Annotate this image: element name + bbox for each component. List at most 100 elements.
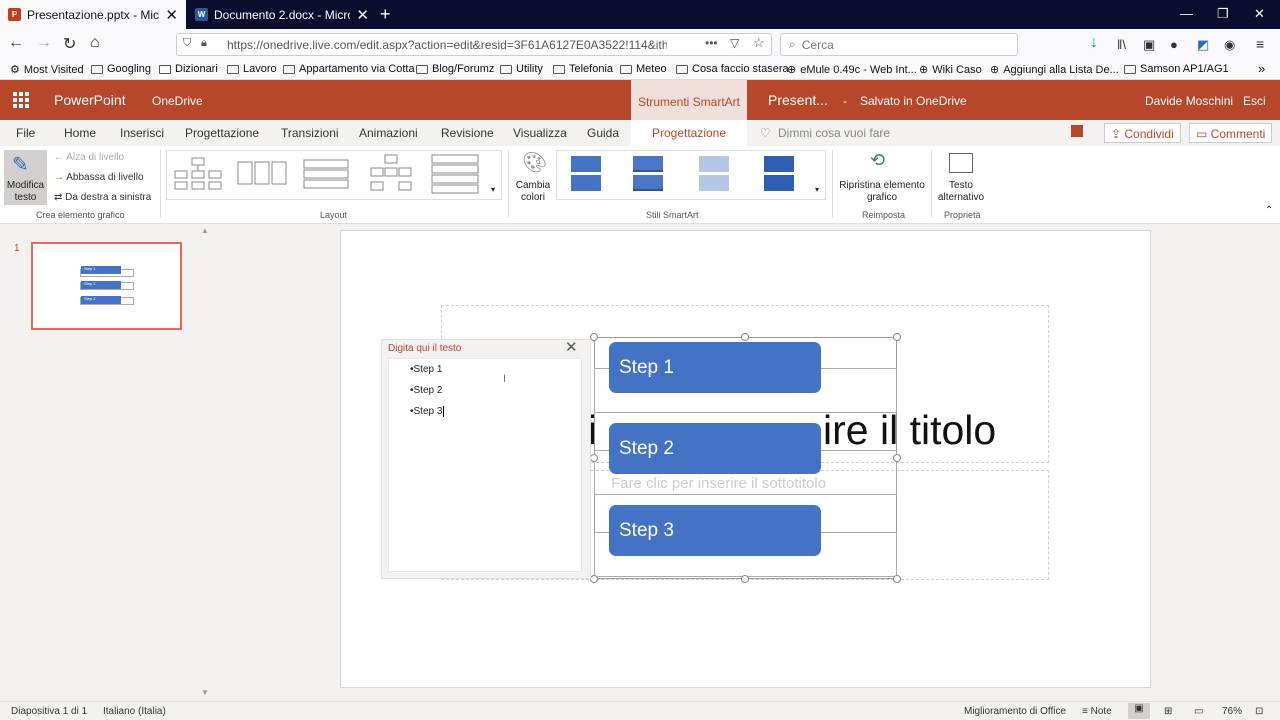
bookmark-folder[interactable]: Meteo <box>620 63 667 75</box>
bookmark-folder[interactable]: Telefonia <box>553 63 613 75</box>
minimize-icon[interactable]: — <box>1180 6 1193 21</box>
extension-icon-2[interactable]: ◩ <box>1197 37 1209 53</box>
gallery-more-icon[interactable]: ▾ <box>491 185 495 194</box>
smartart-step[interactable]: Step 1 <box>609 342 821 393</box>
sidebar-icon[interactable]: ▣ <box>1143 37 1155 53</box>
resize-handle[interactable] <box>590 454 598 462</box>
download-icon[interactable]: ↓ <box>1090 34 1098 52</box>
resize-handle[interactable] <box>741 575 749 583</box>
style-swatch[interactable] <box>764 156 794 191</box>
tab-transizioni[interactable]: Transizioni <box>281 126 339 140</box>
resize-handle[interactable] <box>590 575 598 583</box>
resize-handle[interactable] <box>893 333 901 341</box>
resize-handle[interactable] <box>590 333 598 341</box>
tab-inserisci[interactable]: Inserisci <box>120 126 164 140</box>
close-icon[interactable]: ✕ <box>565 338 578 356</box>
slide-thumbnail[interactable]: Step 1 Step 1 Step 2 <box>31 242 182 330</box>
app-name[interactable]: PowerPoint <box>54 92 126 108</box>
layout-list-icon[interactable] <box>303 159 351 189</box>
browser-tab-documento[interactable]: W Documento 2.docx - Microsoft ✕ <box>187 0 377 29</box>
bullet-item[interactable]: •Step 3 <box>410 406 445 417</box>
resize-handle[interactable] <box>893 575 901 583</box>
tab-animazioni[interactable]: Animazioni <box>359 126 418 140</box>
more-icon[interactable]: ••• <box>705 36 718 50</box>
reset-graphic-button[interactable]: ⟲ Ripristina elemento grafico <box>836 150 928 205</box>
slide-sorter-icon[interactable]: ⊞ <box>1164 706 1172 717</box>
right-to-left-button[interactable]: ⇄ Da destra a sinistra <box>54 192 151 203</box>
service-name[interactable]: OneDrive <box>152 94 203 108</box>
change-colors-button[interactable]: 🎨︎ Cambia colori <box>512 150 554 205</box>
bookmark-folder[interactable]: Utility <box>500 63 543 75</box>
bookmark-link[interactable]: ⊕ eMule 0.49c - Web Int... <box>787 63 917 77</box>
bookmark-folder[interactable]: Samson AP1/AG1 <box>1124 63 1229 75</box>
back-icon[interactable]: ← <box>8 34 24 52</box>
improve-office-link[interactable]: Miglioramento di Office <box>964 706 1066 717</box>
reload-icon[interactable]: ↻ <box>63 34 76 54</box>
resize-handle[interactable] <box>741 333 749 341</box>
user-name[interactable]: Davide Moschini <box>1145 94 1233 108</box>
search-input[interactable]: ⌕ Cerca <box>780 33 1018 56</box>
restore-icon[interactable]: ❐ <box>1217 6 1229 22</box>
tab-revisione[interactable]: Revisione <box>441 126 494 140</box>
scroll-down-icon[interactable]: ▼ <box>201 688 209 697</box>
collapse-ribbon-icon[interactable]: ⌃ <box>1265 205 1273 216</box>
tab-progettazione-smartart[interactable]: Progettazione <box>631 120 747 146</box>
chevron-right-icon[interactable]: » <box>1258 61 1265 76</box>
smartart-styles-gallery[interactable]: ▾ <box>556 150 826 200</box>
bookmark-folder[interactable]: Appartamento via Cotta <box>283 63 415 75</box>
smartart-step[interactable]: Step 3 <box>609 505 821 556</box>
new-tab-icon[interactable]: + <box>380 4 391 25</box>
demote-button[interactable]: → Abbassa di livello <box>54 172 144 183</box>
window-close-icon[interactable]: ✕ <box>1254 6 1265 22</box>
bullet-item[interactable]: •Step 2 <box>410 385 442 396</box>
bookmark-most-visited[interactable]: ⚙ Most Visited <box>10 63 84 77</box>
comments-button[interactable]: ▭ Commenti <box>1189 123 1273 143</box>
layout-org-icon[interactable] <box>369 154 413 194</box>
extension-icon[interactable]: ● <box>1170 37 1178 52</box>
menu-icon[interactable]: ≡ <box>1256 36 1264 52</box>
gallery-more-icon[interactable]: ▾ <box>815 185 819 194</box>
scroll-up-icon[interactable]: ▲ <box>201 226 209 235</box>
tab-home[interactable]: Home <box>64 126 96 140</box>
promote-button[interactable]: ← Alza di livello <box>54 152 124 163</box>
layout-columns-icon[interactable] <box>237 161 287 187</box>
smartart-step[interactable]: Step 2 <box>609 423 821 474</box>
zoom-level[interactable]: 76% <box>1222 706 1242 717</box>
browser-tab-presentazione[interactable]: P Presentazione.pptx - Microsoft ✕ <box>0 0 186 29</box>
library-icon[interactable]: ‖\ <box>1117 37 1126 52</box>
bookmark-folder[interactable]: Googling <box>91 63 151 75</box>
close-icon[interactable]: ✕ <box>356 6 369 24</box>
language-indicator[interactable]: Italiano (Italia) <box>103 706 166 717</box>
account-icon[interactable]: ◉ <box>1224 37 1235 53</box>
modifica-testo-button[interactable]: ✎ Modifica testo <box>4 150 47 205</box>
bullet-item[interactable]: •Step 1 <box>410 364 442 375</box>
bookmark-folder[interactable]: Dizionari <box>159 63 218 75</box>
fit-slide-icon[interactable]: ⊡ <box>1255 706 1263 717</box>
tab-progettazione[interactable]: Progettazione <box>185 126 259 140</box>
alt-text-button[interactable]: Testo alternativo <box>934 150 988 205</box>
tab-visualizza[interactable]: Visualizza <box>513 126 567 140</box>
style-swatch[interactable] <box>633 156 663 191</box>
bookmark-folder[interactable]: Blog/Forumz <box>416 63 494 75</box>
tab-file[interactable]: File <box>16 126 35 140</box>
bookmark-link[interactable]: ⊕ Aggiungi alla Lista De... <box>990 63 1119 77</box>
app-launcher-icon[interactable] <box>13 92 29 108</box>
style-swatch[interactable] <box>699 156 729 191</box>
tab-guida[interactable]: Guida <box>587 126 619 140</box>
close-icon[interactable]: ✕ <box>165 6 178 24</box>
bookmark-folder[interactable]: Cosa faccio stasera <box>676 63 789 75</box>
layout-hierarchy-icon[interactable] <box>173 157 223 191</box>
bookmark-folder[interactable]: Lavoro <box>227 63 277 75</box>
reading-view-icon[interactable]: ▭ <box>1194 706 1203 717</box>
forward-icon[interactable]: → <box>36 34 52 52</box>
layout-bullets-icon[interactable] <box>431 154 481 196</box>
layout-gallery[interactable]: ▾ <box>166 150 502 200</box>
pocket-icon[interactable]: ▽ <box>730 36 739 50</box>
share-button[interactable]: ⇪ Condividi <box>1104 123 1181 143</box>
address-bar[interactable]: ⛉ 🔒︎ https://onedrive.live.com/edit.aspx… <box>176 33 772 56</box>
notes-button[interactable]: ≡ Note <box>1082 706 1112 717</box>
style-swatch[interactable] <box>571 156 601 191</box>
resize-handle[interactable] <box>893 454 901 462</box>
sign-out-link[interactable]: Esci <box>1243 94 1266 108</box>
document-title[interactable]: Present... <box>768 92 828 108</box>
